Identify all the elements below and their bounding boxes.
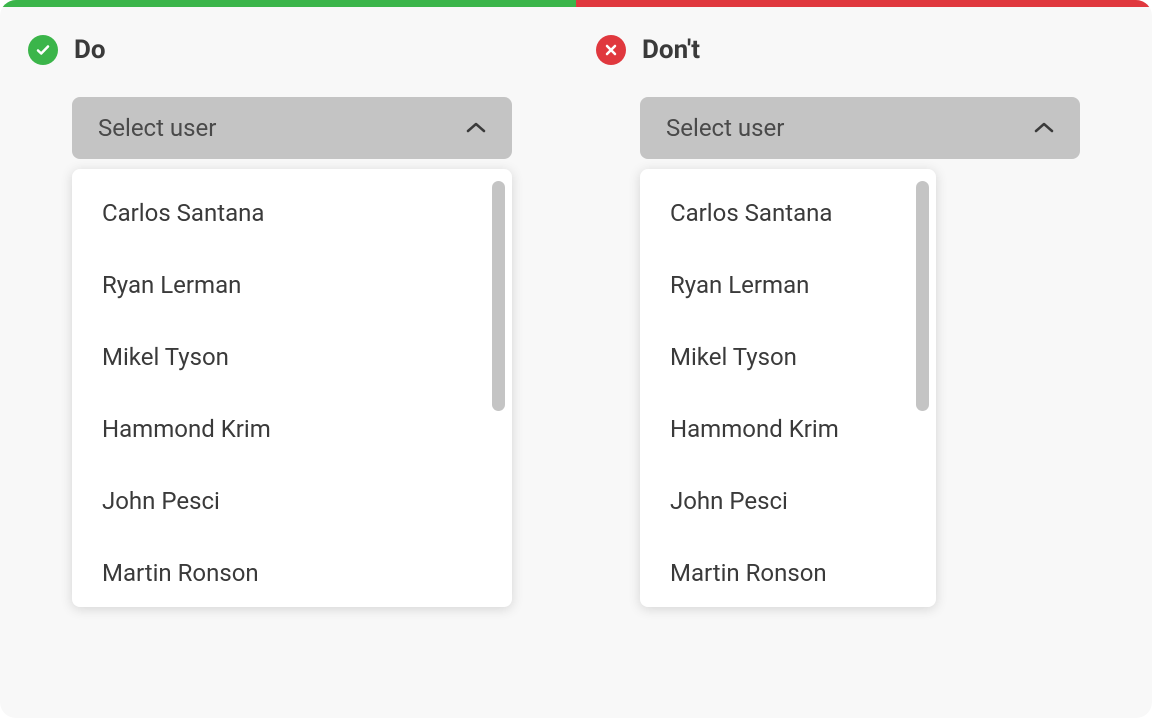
list-item[interactable]: Ryan Lerman [72,249,512,321]
do-dropdown: Select user Carlos Santana Ryan Lerman M… [28,97,556,607]
color-bar-green [0,0,576,7]
list-item[interactable]: John Pesci [640,465,936,537]
list-item[interactable]: Ryan Lerman [640,249,936,321]
scrollbar-thumb[interactable] [492,181,505,411]
dont-column: Don't Select user Carlos Santana Ryan Le… [596,35,1124,607]
do-select-label: Select user [98,114,216,142]
dont-dropdown: Select user Carlos Santana Ryan Lerman M… [596,97,1124,607]
content: Do Select user Carlos Santana Ryan Lerma… [0,7,1152,607]
dont-select-label: Select user [666,114,784,142]
list-item[interactable]: Carlos Santana [72,177,512,249]
color-bar [0,0,1152,7]
dont-header: Don't [596,35,1124,65]
close-icon [596,35,626,65]
do-dropdown-list: Carlos Santana Ryan Lerman Mikel Tyson H… [72,169,512,607]
list-item[interactable]: Carlos Santana [640,177,936,249]
example-container: Do Select user Carlos Santana Ryan Lerma… [0,0,1152,718]
dont-title: Don't [642,35,700,65]
list-item[interactable]: John Pesci [72,465,512,537]
check-icon [28,35,58,65]
list-item[interactable]: Mikel Tyson [72,321,512,393]
list-item[interactable]: Mikel Tyson [640,321,936,393]
chevron-up-icon [466,118,486,138]
dont-dropdown-list: Carlos Santana Ryan Lerman Mikel Tyson H… [640,169,936,607]
list-item[interactable]: Hammond Krim [640,393,936,465]
do-title: Do [74,35,106,65]
chevron-up-icon [1034,118,1054,138]
scrollbar-thumb[interactable] [916,181,929,411]
color-bar-red [576,0,1152,7]
list-item[interactable]: Martin Ronson [72,537,512,609]
do-header: Do [28,35,556,65]
do-column: Do Select user Carlos Santana Ryan Lerma… [28,35,556,607]
list-item[interactable]: Hammond Krim [72,393,512,465]
do-select-bar[interactable]: Select user [72,97,512,159]
dont-select-bar[interactable]: Select user [640,97,1080,159]
list-item[interactable]: Martin Ronson [640,537,936,609]
